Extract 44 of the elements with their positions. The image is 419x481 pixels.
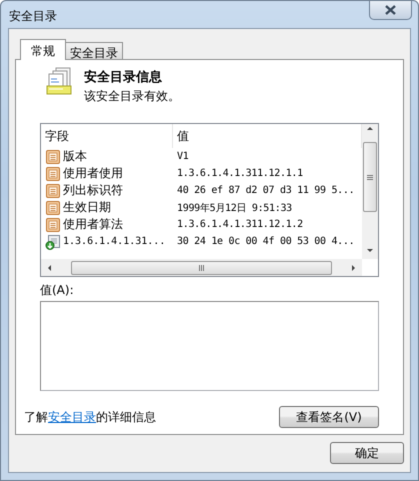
list-row[interactable]: 1.3.6.1.4.1.31... 30 24 1e 0c 00 4f 00 53 00 4... (41, 233, 362, 250)
right-arrow-icon[interactable] (350, 264, 358, 272)
window-title: 安全目录 (9, 8, 57, 25)
status-text: 该安全目录有效。 (84, 88, 180, 105)
list-row[interactable]: 版本 V1 (41, 148, 362, 165)
field-name: 1.3.6.1.4.1.31... (63, 236, 166, 247)
value-label: 值(A): (40, 283, 75, 298)
field-value: 1.3.6.1.4.1.311.12.1.2 (176, 219, 304, 230)
grip-icon (367, 174, 373, 180)
close-button[interactable] (369, 1, 412, 20)
tab[interactable]: 安全目录 (65, 42, 123, 59)
document-plus-icon (45, 234, 61, 250)
list-row[interactable]: 使用者使用 1.3.6.1.4.1.311.12.1.1 (41, 165, 362, 182)
horizontal-scrollbar[interactable] (41, 259, 362, 276)
info-title: 安全目录信息 (84, 68, 163, 86)
list-row[interactable]: 列出标识符 40 26 ef 87 d2 07 d3 11 99 5... (41, 182, 362, 199)
catalog-link[interactable]: 安全目录 (48, 410, 96, 424)
document-icon (45, 148, 61, 164)
field-name: 列出标识符 (63, 182, 123, 199)
field-value: 1.3.6.1.4.1.311.12.1.1 (176, 168, 304, 179)
document-icon (45, 200, 61, 216)
down-arrow-icon[interactable] (366, 247, 374, 255)
document-icon (45, 182, 61, 198)
field-name: 生效日期 (63, 199, 111, 216)
ok-button[interactable]: 确定 (330, 442, 404, 464)
view-signature-button[interactable]: 查看签名(V) (279, 406, 379, 428)
grip-icon (199, 264, 204, 270)
vertical-scrollbar[interactable] (362, 124, 378, 259)
close-icon (385, 5, 396, 15)
field-name: 版本 (63, 148, 87, 165)
tab[interactable]: 常规 (20, 39, 66, 60)
field-value: 30 24 1e 0c 00 4f 00 53 00 4... (176, 236, 356, 247)
up-arrow-icon[interactable] (366, 124, 374, 132)
list-row[interactable]: 使用者算法 1.3.6.1.4.1.311.12.1.2 (41, 216, 362, 233)
document-icon (45, 166, 61, 182)
document-icon (45, 216, 61, 232)
field-value: 40 26 ef 87 d2 07 d3 11 99 5... (176, 185, 356, 196)
field-value: 1999年5月12日 9:51:33 (176, 202, 293, 214)
list-row[interactable]: 生效日期 1999年5月12日 9:51:33 (41, 199, 362, 216)
field-name: 使用者算法 (63, 216, 123, 233)
field-value: V1 (176, 151, 190, 162)
info-text: 了解安全目录的详细信息 (24, 408, 156, 426)
field-name: 使用者使用 (63, 165, 123, 182)
column-header[interactable]: 字段 (41, 124, 173, 148)
